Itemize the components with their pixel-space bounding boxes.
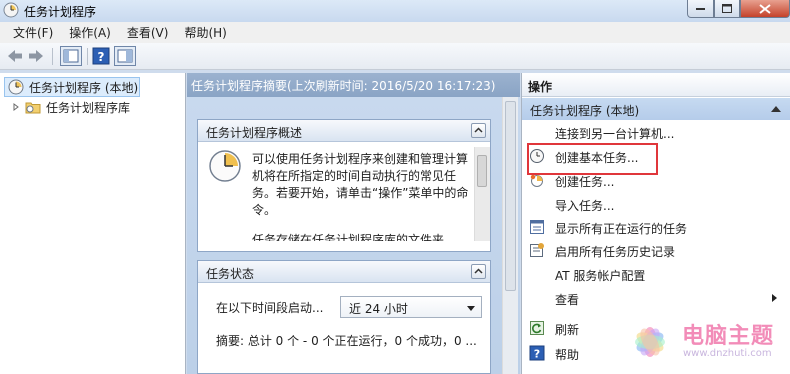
forward-arrow-icon[interactable] xyxy=(27,47,45,65)
actions-group-label: 任务计划程序 (本地) xyxy=(530,104,640,118)
task-status-header[interactable]: 任务状态 xyxy=(198,261,490,283)
task-status-section: 任务状态 在以下时间段启动... 近 24 小时 摘要: 总计 0 个 - 0 … xyxy=(197,260,491,374)
action-create-basic-task[interactable]: 创建基本任务... xyxy=(522,145,790,168)
clock-icon xyxy=(8,79,24,95)
help-icon[interactable]: ? xyxy=(92,47,110,65)
chevron-down-icon xyxy=(467,306,475,311)
refresh-icon xyxy=(530,321,544,335)
action-label: 帮助 xyxy=(555,348,580,362)
action-display-running[interactable]: 显示所有正在运行的任务 xyxy=(522,216,790,239)
summary-panel: 任务计划程序摘要(上次刷新时间: 2016/5/20 16:17:23) 任务计… xyxy=(187,73,520,374)
toolbar-separator xyxy=(52,48,53,65)
action-label: 查看 xyxy=(555,293,580,307)
dropdown-value: 近 24 小时 xyxy=(349,302,408,316)
close-icon xyxy=(759,3,771,14)
tree-item-label: 任务计划程序 (本地) xyxy=(29,80,139,95)
status-summary: 摘要: 总计 0 个 - 0 个正在运行，0 个成功，0 ... xyxy=(216,334,477,348)
show-hide-tree-icon[interactable] xyxy=(60,46,82,66)
overview-scrollbar[interactable] xyxy=(474,147,490,241)
watermark-url: www.dnzhuti.com xyxy=(683,348,772,359)
action-at-service-config[interactable]: AT 服务帐户配置 xyxy=(522,263,790,286)
status-period-dropdown[interactable]: 近 24 小时 xyxy=(340,296,482,318)
svg-text:?: ? xyxy=(98,50,105,64)
status-period-label: 在以下时间段启动... xyxy=(216,301,324,315)
expand-arrow-icon[interactable] xyxy=(12,103,20,111)
action-label: 创建任务... xyxy=(555,175,615,189)
navigation-tree: 任务计划程序 (本地) 任务计划程序库 xyxy=(0,73,186,374)
show-hide-action-pane-icon[interactable] xyxy=(114,46,136,66)
help-icon: ? xyxy=(529,345,545,361)
create-task-icon xyxy=(530,174,543,187)
menu-bar: 文件(F) 操作(A) 查看(V) 帮助(H) xyxy=(0,22,790,43)
menu-action[interactable]: 操作(A) xyxy=(62,22,118,43)
folder-icon xyxy=(25,102,41,114)
submenu-arrow-icon xyxy=(772,294,777,302)
tree-item-label: 任务计划程序库 xyxy=(46,100,131,115)
action-label: 创建基本任务... xyxy=(555,151,639,165)
summary-body: 任务计划程序概述 可以使用任务计划程序来创建和管理计算机将在所指定的时间自动执行… xyxy=(187,97,520,374)
maximize-button[interactable] xyxy=(714,0,740,18)
overview-text-cut: 任务存储在任务计划程序库的文件夹 xyxy=(252,233,445,241)
task-scheduler-icon xyxy=(3,2,19,18)
running-tasks-icon xyxy=(530,220,544,234)
watermark-text: 电脑主题 xyxy=(682,324,775,349)
toolbar-separator xyxy=(87,48,88,65)
clock-wizard-icon xyxy=(530,149,544,163)
action-connect-computer[interactable]: 连接到另一台计算机... xyxy=(522,121,790,144)
menu-file[interactable]: 文件(F) xyxy=(6,22,60,43)
tree-item-task-scheduler-local[interactable]: 任务计划程序 (本地) xyxy=(4,77,140,97)
action-label: 启用所有任务历史记录 xyxy=(555,245,676,259)
minimize-icon xyxy=(696,7,705,10)
action-create-task[interactable]: 创建任务... xyxy=(522,169,790,192)
window-title: 任务计划程序 xyxy=(24,5,97,19)
clock-icon xyxy=(209,150,241,182)
task-status-title: 任务状态 xyxy=(206,267,255,281)
summary-header: 任务计划程序摘要(上次刷新时间: 2016/5/20 16:17:23) xyxy=(187,73,520,97)
scrollbar-thumb[interactable] xyxy=(477,155,487,187)
overview-text: 可以使用任务计划程序来创建和管理计算机将在所指定的时间自动执行的常见任务。若要开… xyxy=(252,152,469,217)
history-icon xyxy=(530,243,544,257)
action-label: 导入任务... xyxy=(555,199,615,213)
minimize-button[interactable] xyxy=(687,0,714,18)
action-label: 刷新 xyxy=(555,323,580,337)
menu-view[interactable]: 查看(V) xyxy=(120,22,176,43)
scrollbar-thumb[interactable] xyxy=(505,101,516,291)
action-label: 连接到另一台计算机... xyxy=(555,127,675,141)
actions-group-header[interactable]: 任务计划程序 (本地) xyxy=(522,98,790,120)
maximize-icon xyxy=(722,4,732,13)
title-bar: 任务计划程序 xyxy=(0,0,790,22)
chevron-up-icon xyxy=(474,127,483,133)
summary-scrollbar[interactable] xyxy=(502,97,518,374)
back-arrow-icon[interactable] xyxy=(6,47,24,65)
action-label: 显示所有正在运行的任务 xyxy=(555,222,688,236)
overview-header[interactable]: 任务计划程序概述 xyxy=(198,120,490,142)
tree-item-task-library[interactable]: 任务计划程序库 xyxy=(12,97,130,117)
svg-text:?: ? xyxy=(534,348,540,361)
action-label: AT 服务帐户配置 xyxy=(555,269,646,283)
collapse-button[interactable] xyxy=(471,264,486,279)
collapse-button[interactable] xyxy=(471,123,486,138)
actions-title: 操作 xyxy=(522,73,790,97)
collapse-up-icon[interactable] xyxy=(771,106,781,112)
overview-section: 任务计划程序概述 可以使用任务计划程序来创建和管理计算机将在所指定的时间自动执行… xyxy=(197,119,491,252)
overview-title: 任务计划程序概述 xyxy=(206,126,303,140)
chevron-up-icon xyxy=(474,268,483,274)
toolbar: ? xyxy=(0,43,790,70)
action-import-task[interactable]: 导入任务... xyxy=(522,193,790,216)
action-enable-history[interactable]: 启用所有任务历史记录 xyxy=(522,239,790,262)
close-button[interactable] xyxy=(740,0,790,18)
menu-help[interactable]: 帮助(H) xyxy=(177,22,233,43)
